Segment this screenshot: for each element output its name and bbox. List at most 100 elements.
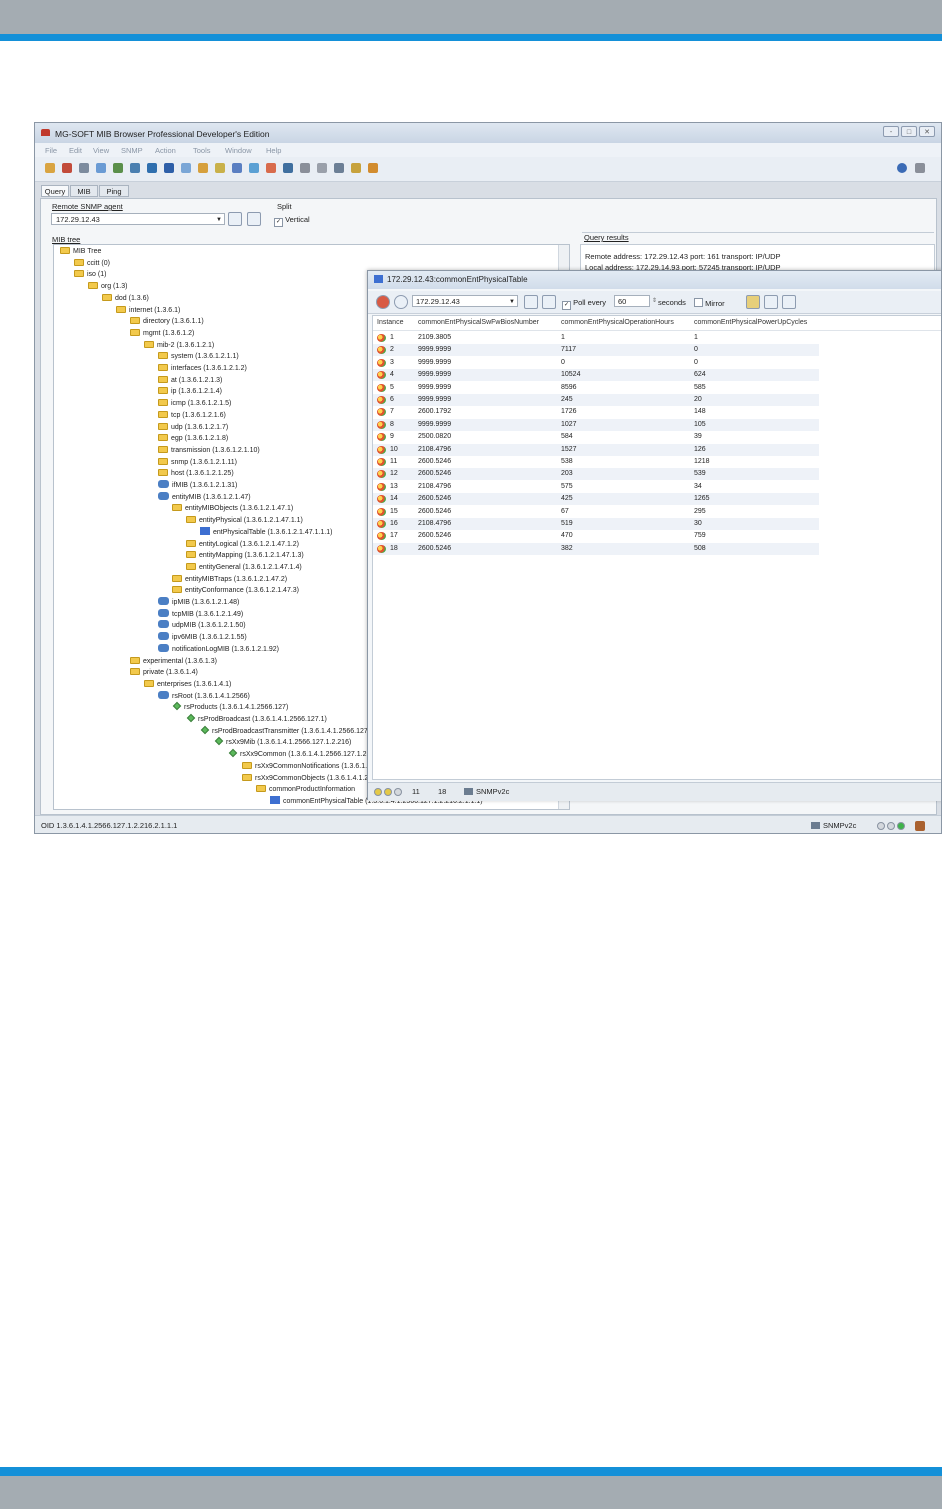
table-row[interactable]: 11 2600.5246 538 1218	[373, 456, 941, 468]
table-row[interactable]: 17 2600.5246 470 759	[373, 530, 941, 542]
poll-interval-input[interactable]: 60	[614, 295, 650, 307]
tree-node[interactable]: entityMIBTraps (1.3.6.1.2.1.47.2)	[172, 574, 287, 585]
tree-node[interactable]: ipv6MIB (1.3.6.1.2.1.55)	[158, 632, 247, 643]
tree-node[interactable]: entityMapping (1.3.6.1.2.1.47.1.3)	[186, 550, 304, 561]
trace-icon[interactable]	[266, 163, 276, 173]
close-button[interactable]: ✕	[919, 126, 935, 137]
table-agent-input[interactable]: 172.29.12.43 ▼	[412, 295, 518, 307]
menu-action[interactable]: Action	[155, 146, 176, 155]
connect-icon[interactable]	[45, 163, 55, 173]
discovery-icon[interactable]	[232, 163, 242, 173]
tree-node[interactable]: udpMIB (1.3.6.1.2.1.50)	[158, 620, 246, 631]
refresh-icon[interactable]	[394, 295, 408, 309]
graph-icon[interactable]	[764, 295, 778, 309]
get-icon[interactable]	[79, 163, 89, 173]
info-icon[interactable]	[164, 163, 174, 173]
graph-icon[interactable]	[198, 163, 208, 173]
tree-node[interactable]: rsRoot (1.3.6.1.4.1.2566)	[158, 690, 250, 702]
get-bulk-icon[interactable]	[130, 163, 140, 173]
table-row[interactable]: 14 2600.5246 425 1265	[373, 493, 941, 506]
tree-node[interactable]: snmp (1.3.6.1.2.1.11)	[158, 457, 237, 468]
table-row[interactable]: 7 2600.1792 1726 148	[373, 406, 941, 418]
tree-node[interactable]: icmp (1.3.6.1.2.1.5)	[158, 398, 231, 409]
tree-node[interactable]: mib-2 (1.3.6.1.2.1)	[144, 340, 214, 351]
tree-node[interactable]: udp (1.3.6.1.2.1.7)	[158, 422, 228, 433]
options-icon[interactable]	[782, 295, 796, 309]
tree-node[interactable]: host (1.3.6.1.2.1.25)	[158, 468, 234, 479]
exit-icon[interactable]	[368, 163, 378, 173]
tree-node[interactable]: entityLogical (1.3.6.1.2.1.47.1.2)	[186, 539, 299, 550]
tree-node[interactable]: ip (1.3.6.1.2.1.4)	[158, 386, 222, 397]
minimize-button[interactable]: -	[883, 126, 899, 137]
menu-view[interactable]: View	[93, 146, 109, 155]
table-row[interactable]: 6 9999.9999 245 20	[373, 394, 941, 406]
table-row[interactable]: 9 2500.0820 584 39	[373, 431, 941, 443]
table-row[interactable]: 13 2108.4796 575 34	[373, 481, 941, 493]
tree-node[interactable]: ipMIB (1.3.6.1.2.1.48)	[158, 597, 239, 608]
table-row[interactable]: 8 9999.9999 1027 105	[373, 418, 941, 431]
tree-node[interactable]: rsProducts (1.3.6.1.4.1.2566.127)	[172, 702, 288, 713]
tree-node[interactable]: egp (1.3.6.1.2.1.8)	[158, 433, 228, 444]
menu-tools[interactable]: Tools	[193, 146, 211, 155]
agent-properties-icon[interactable]	[524, 295, 538, 309]
tree-node[interactable]: tcpMIB (1.3.6.1.2.1.49)	[158, 608, 243, 620]
tree-node[interactable]: internet (1.3.6.1)	[116, 305, 180, 316]
menu-file[interactable]: File	[45, 146, 57, 155]
tab-query[interactable]: Query	[41, 185, 69, 197]
trap-icon[interactable]	[215, 163, 225, 173]
print-icon[interactable]	[300, 163, 310, 173]
tree-node[interactable]: entityConformance (1.3.6.1.2.1.47.3)	[172, 585, 299, 596]
tree-node[interactable]: entityGeneral (1.3.6.1.2.1.47.1.4)	[186, 562, 302, 573]
tree-node[interactable]: commonProductInformation	[256, 784, 355, 795]
table-row[interactable]: 1 2109.3805 1 1	[373, 332, 941, 344]
tree-node[interactable]: ccitt (0)	[74, 258, 110, 269]
tree-node[interactable]: entityMIBObjects (1.3.6.1.2.1.47.1)	[172, 503, 293, 514]
set-icon[interactable]	[147, 163, 157, 173]
tree-node[interactable]: directory (1.3.6.1.1)	[130, 316, 204, 327]
tree-node[interactable]: dod (1.3.6)	[102, 293, 149, 304]
agent-properties-icon[interactable]	[228, 212, 242, 226]
table-row[interactable]: 2 9999.9999 7117 0	[373, 344, 941, 357]
table-row[interactable]: 3 9999.9999 0 0	[373, 357, 941, 369]
table-row[interactable]: 16 2108.4796 519 30	[373, 518, 941, 530]
tree-node[interactable]: rsProdBroadcastTransmitter (1.3.6.1.4.1.…	[200, 725, 382, 737]
tree-node[interactable]: rsProdBroadcast (1.3.6.1.4.1.2566.127.1)	[186, 713, 327, 725]
tree-node[interactable]: notificationLogMIB (1.3.6.1.2.1.92)	[158, 643, 279, 655]
tree-node[interactable]: tcp (1.3.6.1.2.1.6)	[158, 410, 226, 421]
table-row[interactable]: 12 2600.5246 203 539	[373, 468, 941, 481]
table-row[interactable]: 10 2108.4796 1527 126	[373, 443, 941, 456]
tree-node[interactable]: private (1.3.6.1.4)	[130, 667, 198, 678]
stop-icon[interactable]	[376, 295, 390, 309]
poll-checkbox[interactable]: ✓ Poll every	[562, 298, 606, 310]
column-header[interactable]: Instance	[377, 319, 403, 326]
tree-node[interactable]: iso (1)	[74, 269, 106, 280]
tree-node[interactable]: experimental (1.3.6.1.3)	[130, 656, 217, 667]
dropdown-arrow-icon[interactable]: ▼	[509, 296, 515, 308]
table-row[interactable]: 15 2600.5246 67 295	[373, 506, 941, 518]
tree-node[interactable]: entityMIB (1.3.6.1.2.1.47)	[158, 491, 251, 503]
compile-icon[interactable]	[283, 163, 293, 173]
table-row[interactable]: 5 9999.9999 8596 585	[373, 382, 941, 394]
save-icon[interactable]	[334, 163, 344, 173]
mirror-checkbox[interactable]: Mirror	[694, 298, 725, 308]
tree-node[interactable]: entPhysicalTable (1.3.6.1.2.1.47.1.1.1)	[200, 526, 332, 538]
agent-address-input[interactable]: 172.29.12.43 ▼	[51, 213, 225, 225]
tree-node[interactable]: rsXx9Mib (1.3.6.1.4.1.2566.127.1.2.216)	[214, 737, 351, 748]
column-header[interactable]: commonEntPhysicalSwFwBiosNumber	[418, 319, 539, 326]
menu-window[interactable]: Window	[225, 146, 252, 155]
column-header[interactable]: commonEntPhysicalPowerUpCycles	[694, 319, 807, 326]
tree-node[interactable]: interfaces (1.3.6.1.2.1.2)	[158, 363, 247, 374]
get-next-icon[interactable]	[113, 163, 123, 173]
export-table-icon[interactable]	[746, 295, 760, 309]
query-icon[interactable]	[62, 163, 72, 173]
tab-mib[interactable]: MIB	[70, 185, 98, 197]
tree-node[interactable]: at (1.3.6.1.2.1.3)	[158, 375, 222, 386]
export-icon[interactable]	[351, 163, 361, 173]
menu-edit[interactable]: Edit	[69, 146, 82, 155]
tree-node[interactable]: entityPhysical (1.3.6.1.2.1.47.1.1)	[186, 515, 303, 526]
tab-ping[interactable]: Ping	[99, 185, 129, 197]
tree-node[interactable]: transmission (1.3.6.1.2.1.10)	[158, 445, 260, 456]
agent-connect-icon[interactable]	[247, 212, 261, 226]
maximize-button[interactable]: □	[901, 126, 917, 137]
table-row[interactable]: 18 2600.5246 382 508	[373, 542, 941, 555]
